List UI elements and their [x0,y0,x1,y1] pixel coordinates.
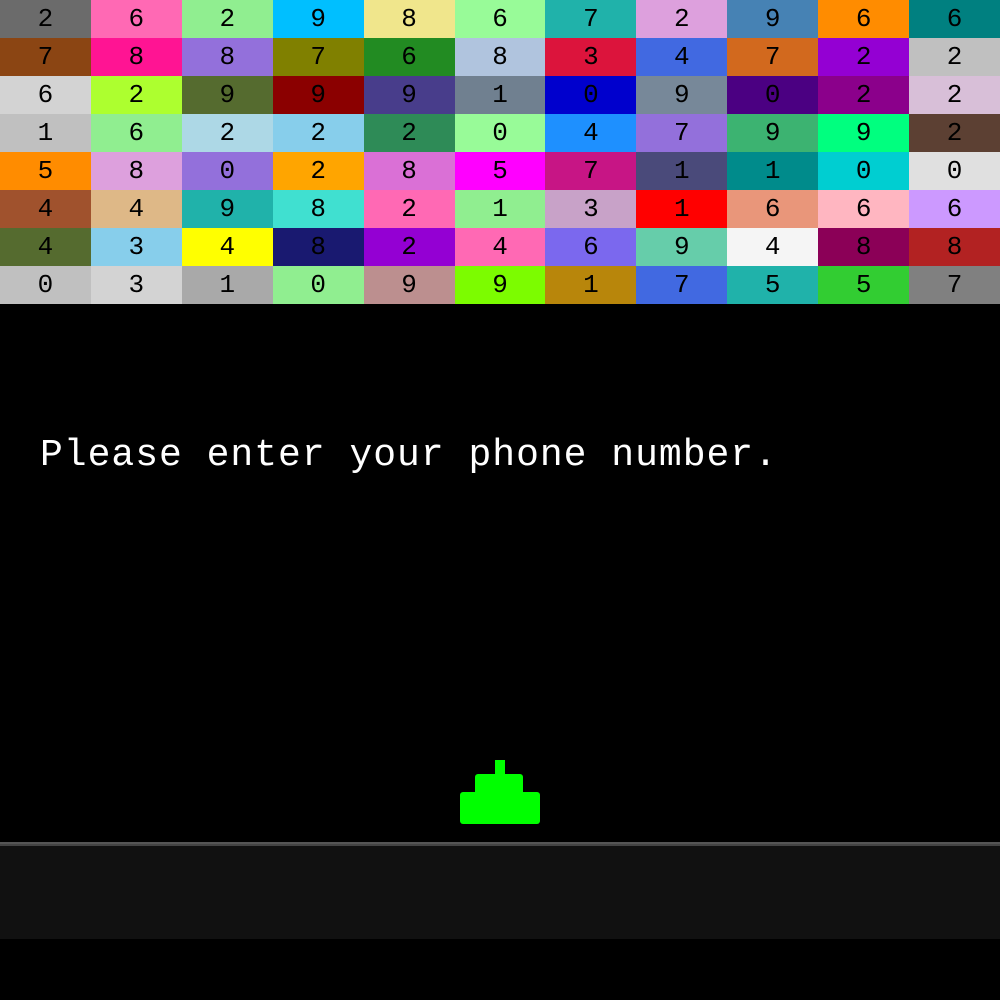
grid-cell: 1 [545,266,636,304]
prompt-text: Please enter your phone number. [0,434,1000,477]
grid-cell: 7 [545,0,636,38]
grid-cell: 0 [273,266,364,304]
grid-cell: 9 [182,76,273,114]
grid-cell: 9 [818,114,909,152]
grid-cell: 0 [909,152,1000,190]
grid-cell: 6 [909,190,1000,228]
grid-cell: 6 [0,76,91,114]
grid-cell: 1 [0,114,91,152]
grid-cell: 3 [91,266,182,304]
grid-cell: 4 [636,38,727,76]
grid-cell: 6 [455,0,546,38]
grid-cell: 1 [455,76,546,114]
grid-cell: 6 [818,190,909,228]
grid-cell: 7 [727,38,818,76]
grid-cell: 1 [182,266,273,304]
grid-cell: 0 [182,152,273,190]
grid-cell: 2 [273,152,364,190]
grid-cell: 9 [727,114,818,152]
grid-cell: 6 [91,0,182,38]
grid-cell: 6 [727,190,818,228]
grid-cell: 2 [818,76,909,114]
grid-cell: 8 [364,152,455,190]
grid-cell: 1 [727,152,818,190]
grid-cell: 2 [91,76,182,114]
grid-cell: 9 [364,266,455,304]
grid-cell: 8 [455,38,546,76]
grid-cell: 0 [455,114,546,152]
grid-cell: 6 [909,0,1000,38]
tank [455,769,545,824]
grid-cell: 2 [909,38,1000,76]
grid-cell: 9 [455,266,546,304]
grid-cell: 2 [182,114,273,152]
grid-cell: 8 [273,190,364,228]
phone-input[interactable] [10,863,990,923]
grid-cell: 2 [636,0,727,38]
grid-cell: 2 [273,114,364,152]
grid-cell: 4 [0,190,91,228]
grid-cell: 5 [0,152,91,190]
middle-section: Please enter your phone number. [0,304,1000,844]
grid-cell: 0 [818,152,909,190]
grid-cell: 7 [545,152,636,190]
grid-cell: 0 [545,76,636,114]
grid-cell: 6 [545,228,636,266]
grid-cell: 7 [0,38,91,76]
grid-cell: 3 [545,38,636,76]
ground-line [0,842,1000,844]
grid-cell: 8 [818,228,909,266]
grid-cell: 9 [273,76,364,114]
grid-cell: 1 [455,190,546,228]
grid-cell: 2 [0,0,91,38]
grid-cell: 2 [182,0,273,38]
grid-cell: 7 [273,38,364,76]
grid-cell: 3 [545,190,636,228]
grid-cell: 7 [909,266,1000,304]
grid-cell: 2 [909,76,1000,114]
grid-cell: 2 [818,38,909,76]
grid-cell: 4 [0,228,91,266]
grid-cell: 6 [818,0,909,38]
tank-turret-base [475,774,523,794]
grid-cell: 7 [636,266,727,304]
grid-cell: 8 [364,0,455,38]
grid-cell: 9 [364,76,455,114]
grid-cell: 4 [182,228,273,266]
grid-cell: 3 [91,228,182,266]
grid-cell: 8 [91,38,182,76]
grid-cell: 6 [364,38,455,76]
grid-cell: 9 [636,76,727,114]
grid-cell: 2 [364,228,455,266]
input-section[interactable] [0,844,1000,939]
grid-cell: 4 [91,190,182,228]
grid-cell: 9 [182,190,273,228]
grid-cell: 8 [909,228,1000,266]
grid-cell: 5 [455,152,546,190]
grid-cell: 5 [818,266,909,304]
tank-container [0,769,1000,824]
grid-cell: 4 [455,228,546,266]
grid-cell: 8 [182,38,273,76]
grid-cell: 4 [727,228,818,266]
grid-cell: 7 [636,114,727,152]
grid-cell: 9 [727,0,818,38]
color-grid: 2629867296678876834722629991090221622204… [0,0,1000,304]
grid-cell: 0 [0,266,91,304]
grid-cell: 5 [727,266,818,304]
grid-cell: 9 [273,0,364,38]
grid-cell: 2 [364,190,455,228]
grid-cell: 1 [636,152,727,190]
tank-body [460,792,540,824]
grid-cell: 2 [909,114,1000,152]
grid-cell: 9 [636,228,727,266]
grid-cell: 8 [91,152,182,190]
grid-cell: 2 [364,114,455,152]
grid-cell: 8 [273,228,364,266]
grid-cell: 1 [636,190,727,228]
grid-cell: 6 [91,114,182,152]
grid-cell: 4 [545,114,636,152]
grid-cell: 0 [727,76,818,114]
